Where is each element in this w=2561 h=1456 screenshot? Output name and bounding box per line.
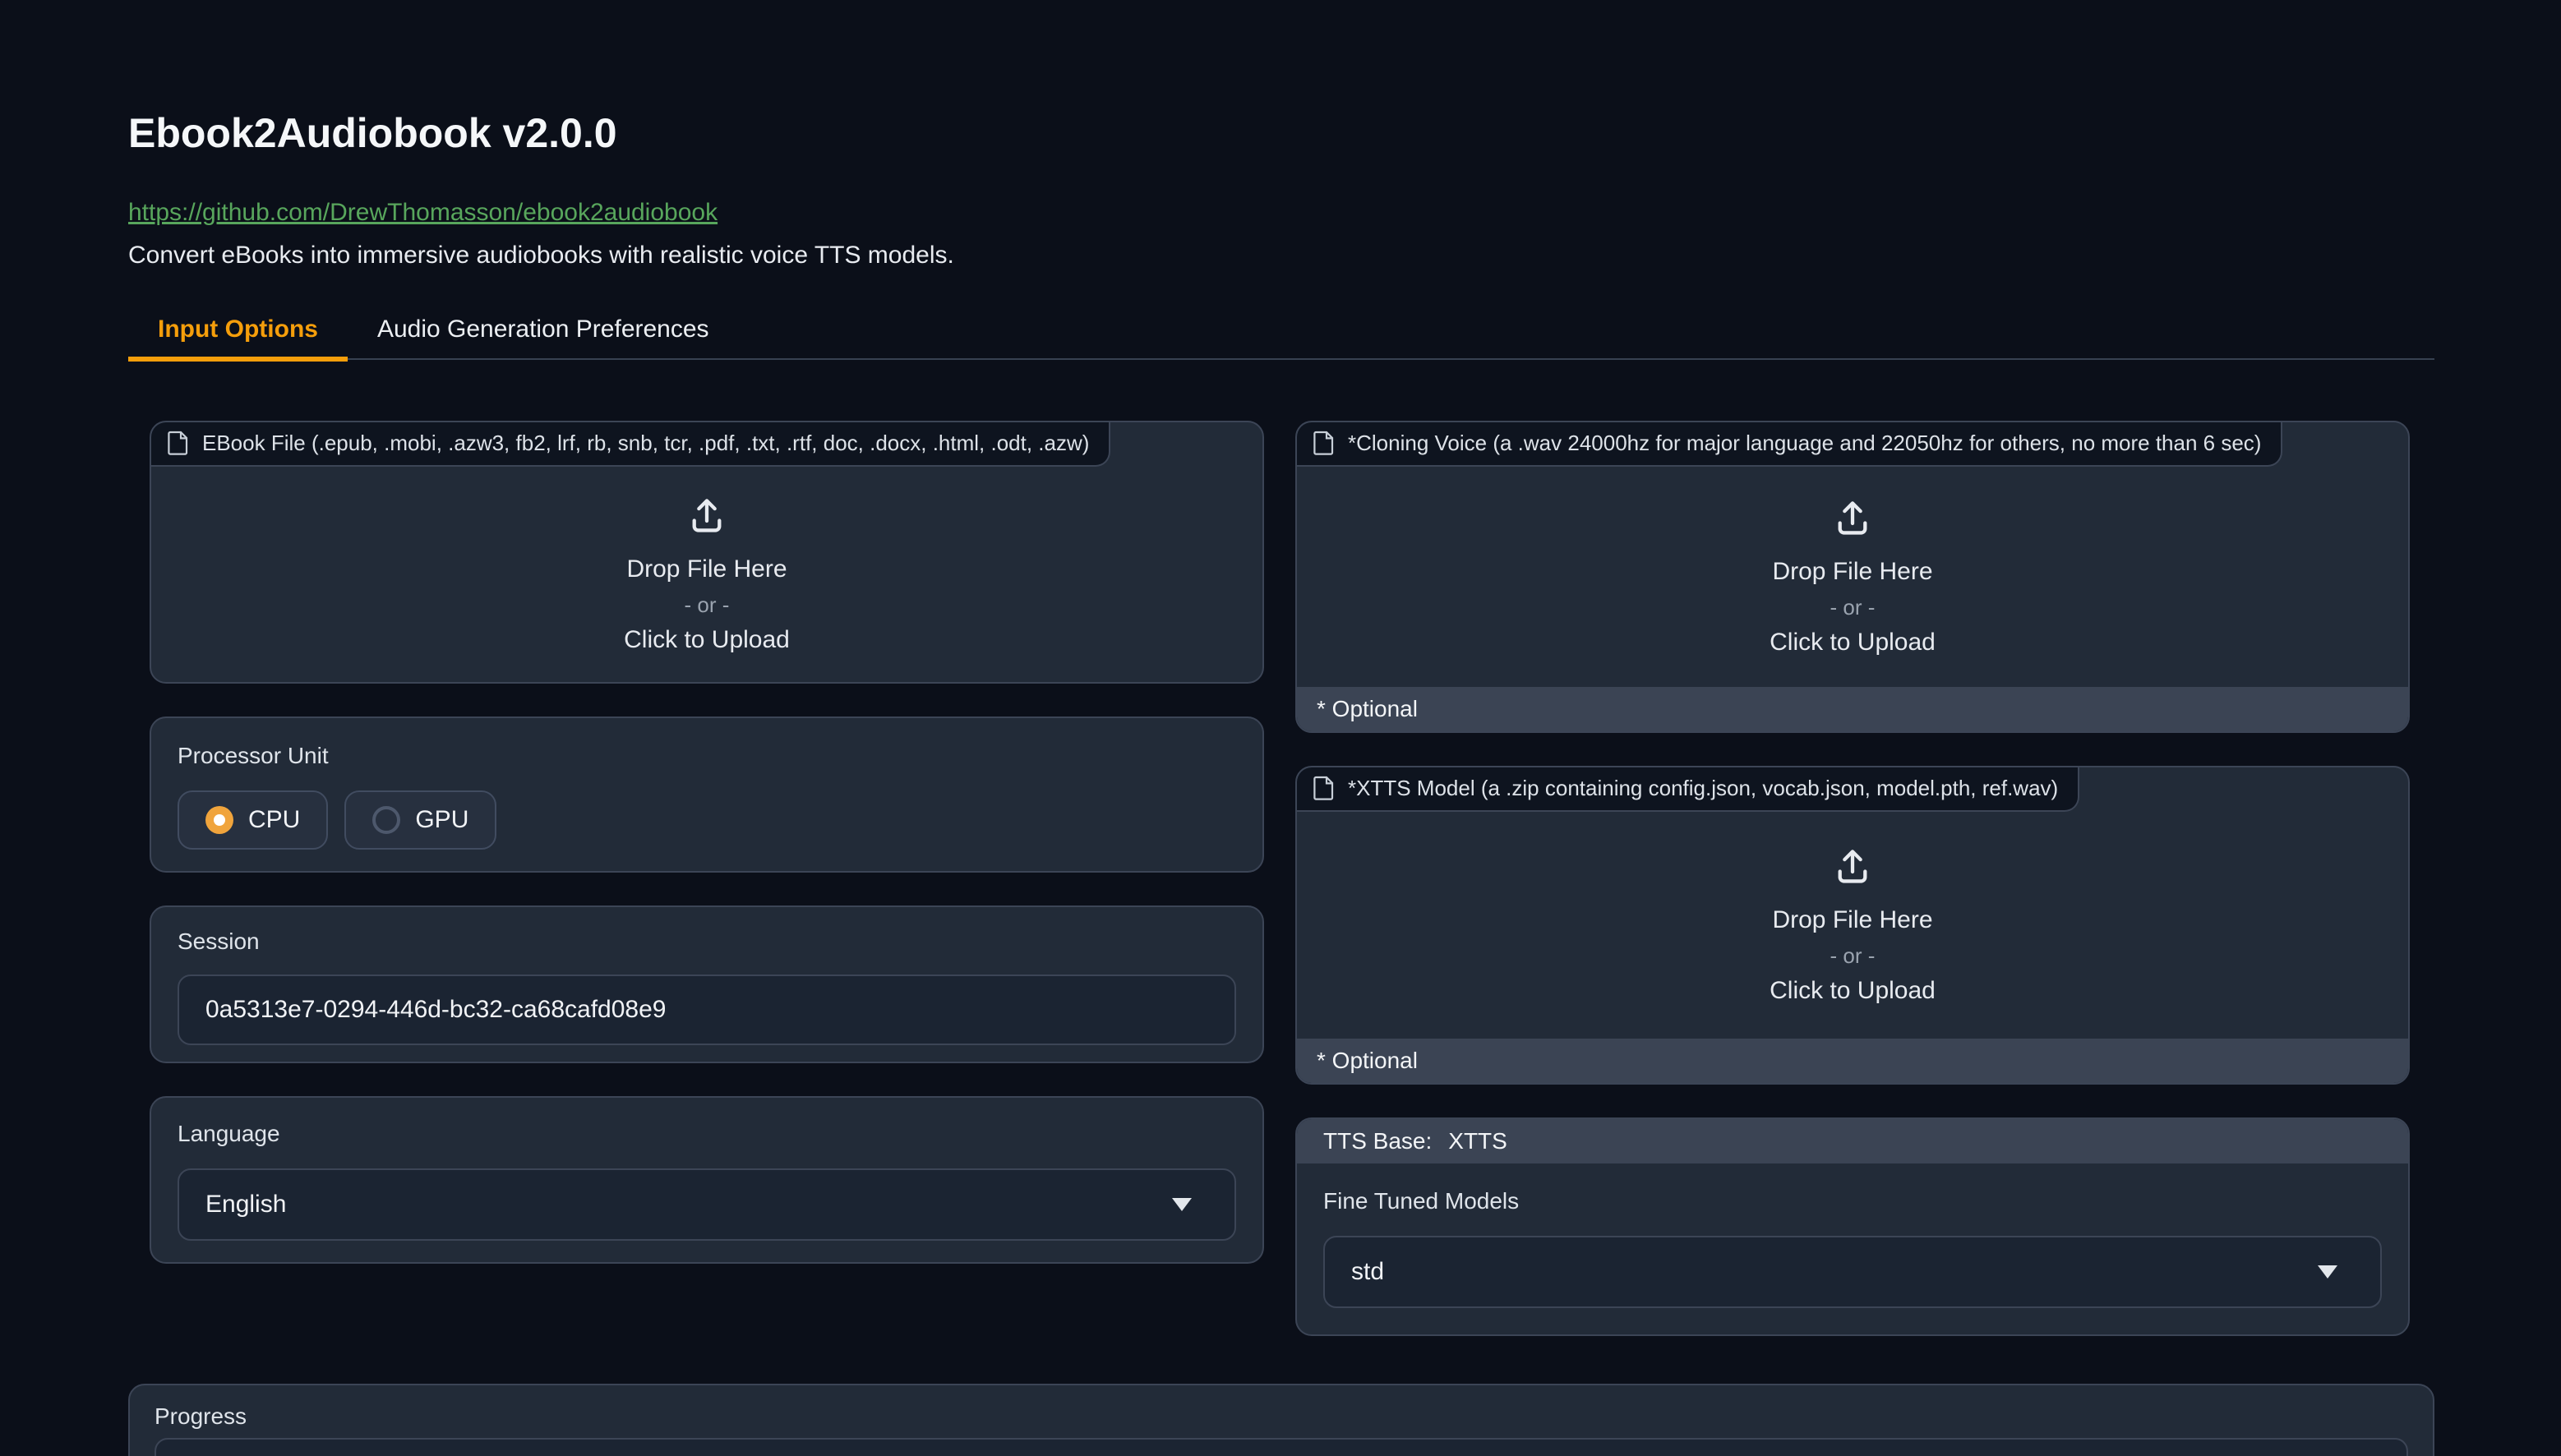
xtts-model-optional-note: * Optional	[1297, 1039, 2408, 1083]
session-input[interactable]: 0a5313e7-0294-446d-bc32-ca68cafd08e9	[178, 975, 1236, 1045]
click-to-upload-text: Click to Upload	[1770, 977, 1936, 1005]
radio-cpu[interactable]: CPU	[178, 790, 328, 850]
ebook-file-label-text: EBook File (.epub, .mobi, .azw3, fb2, lr…	[202, 431, 1089, 455]
progress-block: Progress	[128, 1384, 2434, 1456]
click-to-upload-text: Click to Upload	[1770, 629, 1936, 657]
processor-radio-group: CPU GPU	[178, 790, 1236, 850]
chevron-down-icon	[1172, 1198, 1192, 1211]
tab-input-options[interactable]: Input Options	[128, 304, 348, 358]
ebook-file-upload: EBook File (.epub, .mobi, .azw3, fb2, lr…	[150, 421, 1264, 684]
tab-bar: Input Options Audio Generation Preferenc…	[128, 304, 2434, 360]
language-value: English	[205, 1191, 286, 1219]
xtts-model-dropzone[interactable]: Drop File Here - or - Click to Upload	[1297, 812, 2408, 1039]
left-column: EBook File (.epub, .mobi, .azw3, fb2, lr…	[150, 421, 1264, 1336]
tab-audio-generation-preferences[interactable]: Audio Generation Preferences	[348, 304, 739, 358]
tts-base-value: XTTS	[1448, 1128, 1507, 1154]
github-repo-link[interactable]: https://github.com/DrewThomasson/ebook2a…	[128, 197, 718, 228]
drop-file-here-text: Drop File Here	[1772, 558, 1932, 586]
ebook-dropzone[interactable]: Drop File Here - or - Click to Upload	[151, 467, 1262, 682]
tts-base-group: TTS Base: XTTS Fine Tuned Models std	[1295, 1117, 2410, 1336]
chevron-down-icon	[2318, 1265, 2337, 1279]
cloning-voice-upload: *Cloning Voice (a .wav 24000hz for major…	[1295, 421, 2410, 733]
ebook-file-label: EBook File (.epub, .mobi, .azw3, fb2, lr…	[151, 422, 1110, 467]
right-column: *Cloning Voice (a .wav 24000hz for major…	[1295, 421, 2410, 1336]
radio-gpu-label: GPU	[415, 806, 468, 834]
tts-base-header: TTS Base: XTTS	[1297, 1119, 2408, 1163]
progress-label: Progress	[155, 1403, 2408, 1430]
tts-base-label: TTS Base:	[1323, 1128, 1432, 1154]
progress-input[interactable]	[155, 1438, 2408, 1456]
language-dropdown[interactable]: English	[178, 1168, 1236, 1241]
main-row: EBook File (.epub, .mobi, .azw3, fb2, lr…	[128, 421, 2434, 1336]
app-page: Ebook2Audiobook v2.0.0 https://github.co…	[0, 0, 2561, 1456]
document-icon	[1313, 431, 1335, 455]
click-to-upload-text: Click to Upload	[624, 626, 790, 654]
upload-icon	[1830, 845, 1875, 890]
drop-or-text: - or -	[685, 593, 730, 616]
cloning-voice-dropzone[interactable]: Drop File Here - or - Click to Upload	[1297, 467, 2408, 687]
xtts-model-label-text: *XTTS Model (a .zip containing config.js…	[1348, 776, 2058, 800]
cloning-voice-label-text: *Cloning Voice (a .wav 24000hz for major…	[1348, 431, 2261, 455]
drop-file-here-text: Drop File Here	[1772, 906, 1932, 934]
document-icon	[1313, 776, 1335, 800]
document-icon	[168, 431, 189, 455]
fine-tuned-models-value: std	[1351, 1258, 1384, 1286]
cloning-voice-label: *Cloning Voice (a .wav 24000hz for major…	[1297, 422, 2282, 467]
radio-selected-icon	[205, 806, 233, 834]
upload-icon	[685, 495, 729, 539]
radio-cpu-label: CPU	[248, 806, 300, 834]
cloning-voice-optional-note: * Optional	[1297, 687, 2408, 731]
drop-or-text: - or -	[1830, 944, 1876, 967]
page-title: Ebook2Audiobook v2.0.0	[128, 0, 2434, 158]
xtts-model-label: *XTTS Model (a .zip containing config.js…	[1297, 767, 2079, 812]
fine-tuned-models-label: Fine Tuned Models	[1323, 1188, 2382, 1214]
fine-tuned-models-dropdown[interactable]: std	[1323, 1236, 2382, 1308]
fine-tuned-models-block: Fine Tuned Models std	[1297, 1163, 2408, 1334]
language-label: Language	[178, 1121, 1236, 1147]
session-value: 0a5313e7-0294-446d-bc32-ca68cafd08e9	[205, 996, 666, 1024]
processor-unit-block: Processor Unit CPU GPU	[150, 716, 1264, 873]
app-subtitle: Convert eBooks into immersive audiobooks…	[128, 240, 2434, 271]
processor-unit-label: Processor Unit	[178, 743, 1236, 769]
xtts-model-upload: *XTTS Model (a .zip containing config.js…	[1295, 766, 2410, 1085]
session-label: Session	[178, 928, 1236, 955]
radio-unselected-icon	[372, 806, 400, 834]
radio-gpu[interactable]: GPU	[344, 790, 496, 850]
session-block: Session 0a5313e7-0294-446d-bc32-ca68cafd…	[150, 905, 1264, 1063]
upload-icon	[1830, 497, 1875, 541]
drop-or-text: - or -	[1830, 596, 1876, 619]
drop-file-here-text: Drop File Here	[626, 555, 787, 583]
language-block: Language English	[150, 1096, 1264, 1264]
